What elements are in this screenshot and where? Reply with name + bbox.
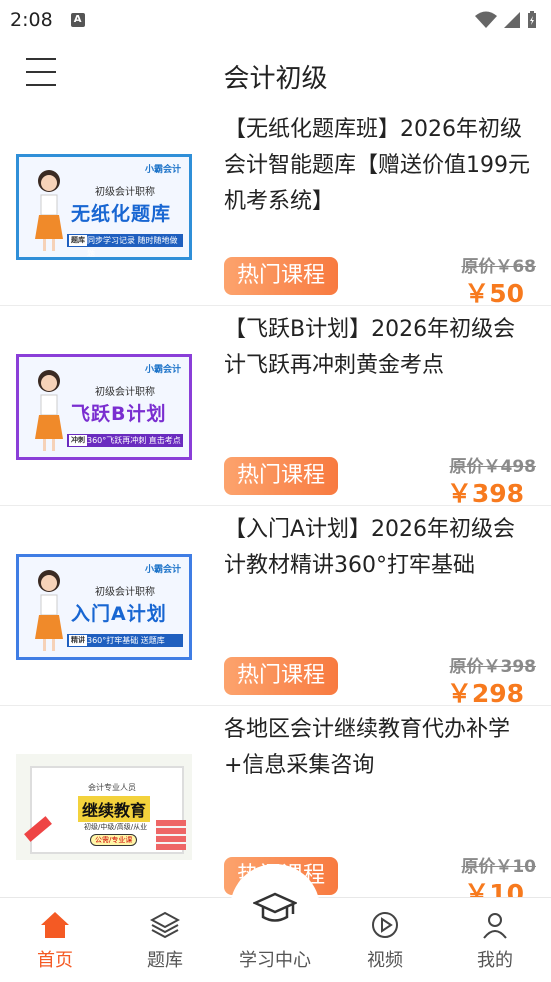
course-thumbnail: 会计专业人员 继续教育 初级/中级/高级/从业 公需/专业课 [16, 754, 192, 860]
layers-icon [150, 911, 180, 939]
thumb-tag: 精讲 [69, 635, 87, 646]
notification-a-icon: A [70, 13, 85, 27]
thumb-subtitle: 初级会计职称 [95, 187, 155, 198]
hot-course-button[interactable]: 热门课程 [224, 257, 338, 295]
thumb-headline: 无纸化题库 [71, 203, 172, 225]
hot-course-button[interactable]: 热门课程 [224, 457, 338, 495]
graduation-cap-icon [253, 892, 297, 922]
signal-icon [504, 12, 520, 28]
course-list: 小霸会计 初级会计职称 无纸化题库 题库 同步学习记录 随时随地做题 【无纸化题库… [0, 106, 551, 908]
thumb-tag: 冲刺 [69, 435, 87, 446]
thumb-subtitle: 初级会计职称 [95, 387, 155, 398]
course-item[interactable]: 小霸会计 初级会计职称 飞跃B计划 冲刺 360°飞跃再冲刺 直击考点 【飞跃B计… [0, 306, 551, 508]
course-item[interactable]: 小霸会计 初级会计职称 无纸化题库 题库 同步学习记录 随时随地做题 【无纸化题库… [0, 106, 551, 308]
thumb-levels: 初级/中级/高级/从业 [84, 823, 148, 831]
brand-logo: 小霸会计 [144, 565, 181, 575]
thumb-strip-text: 360°飞跃再冲刺 直击考点 [87, 436, 181, 445]
thumb-headline: 飞跃B计划 [71, 403, 167, 425]
course-thumbnail: 小霸会计 初级会计职称 飞跃B计划 冲刺 360°飞跃再冲刺 直击考点 [16, 354, 192, 460]
thumb-strip-text: 360°打牢基础 送题库 [87, 636, 165, 645]
thumb-pill: 公需/专业课 [90, 834, 138, 846]
course-title: 【入门A计划】2026年初级会计教材精讲360°打牢基础 [224, 517, 516, 578]
brand-logo: 小霸会计 [144, 365, 181, 375]
tab-label: 学习中心 [239, 950, 311, 971]
thumb-headline: 继续教育 [78, 796, 151, 822]
course-title: 各地区会计继续教育代办补学+信息采集咨询 [224, 717, 511, 778]
tab-label: 题库 [147, 950, 183, 971]
hot-course-button[interactable]: 热门课程 [224, 657, 338, 695]
teacher-illustration-icon [35, 570, 63, 651]
thumb-strip: 题库 同步学习记录 随时随地做题 [67, 234, 183, 257]
course-thumbnail: 小霸会计 初级会计职称 无纸化题库 题库 同步学习记录 随时随地做题 [16, 154, 192, 260]
sale-price: ￥298 [446, 679, 524, 708]
course-title: 【无纸化题库班】2026年初级会计智能题库【赠送价值199元机考系统】 [224, 117, 530, 214]
thumb-subtitle: 初级会计职称 [95, 587, 155, 598]
battery-icon [528, 11, 536, 28]
course-thumbnail: 小霸会计 初级会计职称 入门A计划 精讲 360°打牢基础 送题库 [16, 554, 192, 660]
page-title: 会计初级 [223, 64, 328, 94]
course-title: 【飞跃B计划】2026年初级会计飞跃再冲刺黄金考点 [224, 317, 516, 378]
bottom-tab-bar: 首页 题库 学习中心 视频 我的 [0, 864, 551, 982]
wifi-icon [475, 11, 497, 28]
tab-video[interactable]: 视频 [330, 898, 440, 982]
thumb-strip: 冲刺 360°飞跃再冲刺 直击考点 [67, 434, 183, 447]
teacher-illustration-icon [35, 170, 63, 251]
tab-label: 首页 [37, 950, 73, 971]
tab-label: 我的 [477, 950, 513, 971]
sale-price: ￥398 [446, 479, 524, 508]
home-icon [41, 912, 69, 938]
tab-home[interactable]: 首页 [0, 898, 110, 982]
thumb-strip: 精讲 360°打牢基础 送题库 [67, 634, 183, 647]
tab-study-center[interactable]: 学习中心 [220, 892, 330, 982]
thumb-strip-text: 同步学习记录 随时随地做题 [87, 236, 178, 258]
course-item[interactable]: 小霸会计 初级会计职称 入门A计划 精讲 360°打牢基础 送题库 【入门A计划】… [0, 506, 551, 708]
thumb-headline: 入门A计划 [71, 603, 167, 625]
user-icon [483, 913, 507, 939]
tab-mine[interactable]: 我的 [440, 898, 550, 982]
teacher-illustration-icon [35, 370, 63, 451]
thumb-line: 会计专业人员 [88, 783, 136, 792]
tab-question-bank[interactable]: 题库 [110, 898, 220, 982]
brand-logo: 小霸会计 [144, 165, 181, 175]
books-icon [156, 820, 186, 850]
status-time: 2:08 [10, 9, 53, 31]
play-circle-icon [372, 912, 398, 938]
sale-price: ￥50 [464, 279, 524, 308]
app-header: 会计初级 [0, 48, 551, 104]
status-bar: 2:08 A [0, 0, 551, 40]
tab-label: 视频 [367, 950, 403, 971]
thumb-tag: 题库 [69, 235, 87, 246]
